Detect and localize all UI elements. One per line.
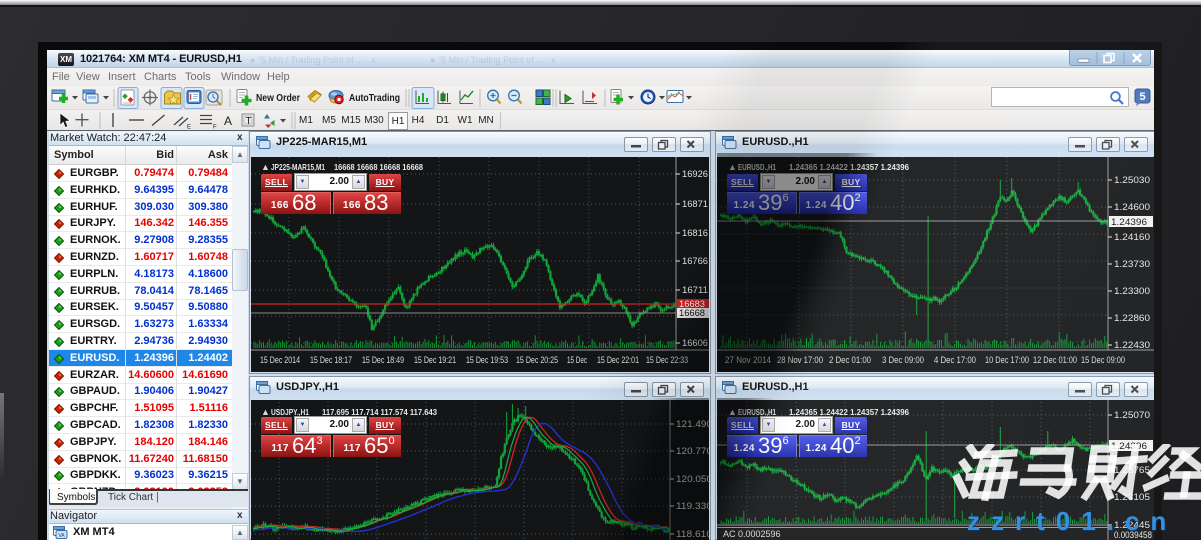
svg-text:AutoTrading: AutoTrading [349,92,400,104]
svg-text:15 Dec: 15 Dec [567,355,587,365]
svg-text:1.24600: 1.24600 [1114,202,1150,212]
svg-text:15 Dec 19:53: 15 Dec 19:53 [466,355,508,365]
svg-text:120.770: 120.770 [676,446,709,456]
svg-text:16606: 16606 [682,338,708,348]
svg-text:1.24396: 1.24396 [1111,217,1147,227]
svg-text:EURUSD.,H1: EURUSD.,H1 [738,162,776,172]
svg-text:T: T [246,116,252,127]
svg-text:16871: 16871 [682,199,708,209]
svg-text:1.24160: 1.24160 [1114,232,1150,242]
svg-text:▲: ▲ [728,162,737,172]
svg-text:15 Dec 22:01: 15 Dec 22:01 [597,355,639,365]
svg-text:15 Dec 20:25: 15 Dec 20:25 [516,355,558,365]
svg-text:JP225-MAR15,M1: JP225-MAR15,M1 [271,162,325,172]
svg-text:4 Dec 17:00: 4 Dec 17:00 [934,355,976,365]
svg-text:1.25030: 1.25030 [1114,175,1150,185]
svg-text:16668 16668 16668 16668: 16668 16668 16668 16668 [334,162,423,172]
svg-text:2 Dec 01:00: 2 Dec 01:00 [829,355,871,365]
svg-text:15 Dec 18:17: 15 Dec 18:17 [310,355,352,365]
svg-text:119.330: 119.330 [676,501,709,511]
svg-text:15 Dec 18:49: 15 Dec 18:49 [362,355,404,365]
svg-text:1.22430: 1.22430 [1114,340,1150,350]
svg-text:15 Dec 19:21: 15 Dec 19:21 [414,355,456,365]
svg-text:15 Dec 09:00: 15 Dec 09:00 [1081,355,1125,365]
svg-text:F: F [213,125,217,131]
svg-text:3 Dec 09:00: 3 Dec 09:00 [882,355,924,365]
svg-text:15 Dec 22:33: 15 Dec 22:33 [646,355,688,365]
svg-text:16668: 16668 [679,308,705,318]
svg-text:118.610: 118.610 [676,529,709,539]
svg-text:16711: 16711 [682,285,708,295]
svg-text:▲: ▲ [261,162,270,172]
svg-text:1.22860: 1.22860 [1114,313,1150,323]
svg-text:16926: 16926 [682,169,708,179]
svg-text:10 Dec 17:00: 10 Dec 17:00 [985,355,1029,365]
svg-text:AC 0.0002596: AC 0.0002596 [723,529,781,539]
svg-text:27 Nov 2014: 27 Nov 2014 [725,355,771,365]
svg-text:121.490: 121.490 [676,419,709,429]
svg-text:120.050: 120.050 [676,474,709,484]
svg-text:1.24365 1.24422 1.24357 1.2439: 1.24365 1.24422 1.24357 1.24396 [789,162,909,172]
svg-text:16766: 16766 [682,256,708,266]
svg-text:1.23730: 1.23730 [1114,259,1150,269]
svg-text:1.23300: 1.23300 [1114,286,1150,296]
svg-text:E: E [187,125,191,131]
svg-text:▲: ▲ [261,407,270,417]
svg-text:15 Dec 2014: 15 Dec 2014 [260,355,300,365]
svg-text:16816: 16816 [682,228,708,238]
svg-text:VA: VA [58,533,65,539]
svg-text:5: 5 [1139,91,1145,103]
svg-text:A: A [224,114,232,128]
svg-text:28 Nov 17:00: 28 Nov 17:00 [777,355,823,365]
svg-text:▲: ▲ [728,407,737,417]
svg-text:1.25070: 1.25070 [1114,410,1150,420]
svg-text:12 Dec 01:00: 12 Dec 01:00 [1033,355,1077,365]
svg-text:New Order: New Order [256,92,300,104]
